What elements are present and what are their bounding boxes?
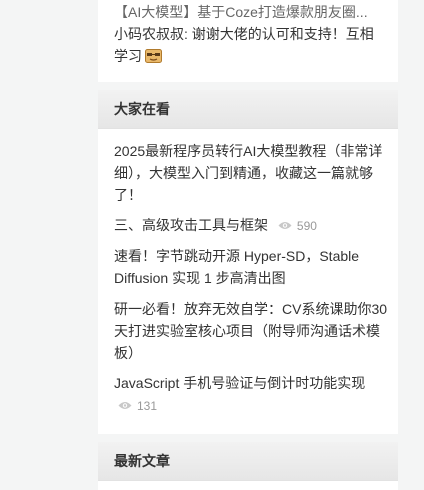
section-title: 大家在看 [114,101,170,117]
emoji-icon [145,47,162,63]
view-count: 590 [278,215,317,237]
latest-articles-card: 最新文章 [98,442,398,490]
article-item: 三、高级攻击工具与框架 590 [114,214,388,237]
eye-icon [118,395,132,409]
eye-icon [278,215,292,229]
section-header: 大家在看 [98,90,398,129]
article-link[interactable]: 三、高级攻击工具与框架 [114,217,268,233]
comment-text: 小码农叔叔: 谢谢大佬的认可和支持！互相学习 [114,23,386,67]
recent-comments-card: 【AI大模型】基于Coze打造爆款朋友圈... 小码农叔叔: 谢谢大佬的认可和支… [98,0,398,82]
view-count-value: 131 [137,399,158,413]
article-link[interactable]: 速看！字节跳动开源 Hyper-SD，Stable Diffusion 实现 1… [114,245,388,289]
article-link[interactable]: 研一必看！放弃无效自学：CV系统课助你30天打进实验室核心项目（附导师沟通话术模… [114,298,388,364]
view-count-value: 590 [296,219,317,233]
popular-articles-card: 大家在看 2025最新程序员转行AI大模型教程（非常详细），大模型入门到精通，收… [98,90,398,434]
section-title: 最新文章 [114,453,170,469]
article-link[interactable]: 2025最新程序员转行AI大模型教程（非常详细），大模型入门到精通，收藏这一篇就… [114,140,388,206]
comment-article-link[interactable]: 【AI大模型】基于Coze打造爆款朋友圈... [114,2,382,22]
section-header: 最新文章 [98,442,398,481]
article-item: JavaScript 手机号验证与倒计时功能实现 131 [114,372,388,417]
article-link[interactable]: JavaScript 手机号验证与倒计时功能实现 [114,375,365,391]
view-count: 131 [118,395,157,417]
